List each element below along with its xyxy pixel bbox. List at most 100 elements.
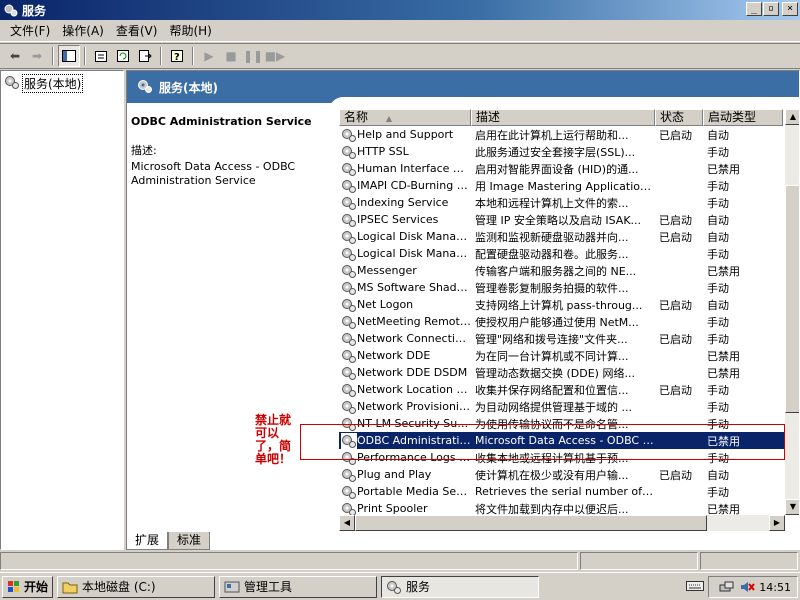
taskbar-item-services[interactable]: 服务 [381,575,540,598]
cell-name: Network Location A... [339,382,471,398]
taskbar-item-admin-tools[interactable]: 管理工具 [219,575,378,598]
service-gear-icon [341,161,357,177]
table-row[interactable]: Network Connections 管理"网络和拨号连接"文件夹... 已启动 手… [339,330,785,347]
menu-action[interactable]: 操作(A) [56,22,110,39]
table-row[interactable]: IPSEC Services 管理 IP 安全策略以及启动 ISAK... 已启动 自… [339,211,785,228]
service-gear-icon [341,246,357,262]
close-button[interactable]: × [782,2,798,16]
table-row[interactable]: Network DDE 为在同一台计算机或不同计算... 已禁用 [339,347,785,364]
table-row[interactable]: Help and Support 启用在此计算机上运行帮助和... 已启动 自动 [339,126,785,143]
table-row[interactable]: Human Interface D... 启用对智能界面设备 (HID)的通...… [339,160,785,177]
export-list-icon[interactable] [134,45,156,67]
table-row[interactable]: HTTP SSL 此服务通过安全套接字层(SSL)... 手动 [339,143,785,160]
pause-service-icon[interactable]: ❚❚ [242,45,264,67]
table-row[interactable]: Net Logon 支持网络上计算机 pass-throug... 已启动 自动 [339,296,785,313]
restore-button[interactable]: ▫ [763,2,779,16]
cell-startup-type: 已禁用 [707,264,740,278]
status-segment [580,552,698,570]
table-row[interactable]: Messenger 传输客户端和服务器之间的 NE... 已禁用 [339,262,785,279]
properties-icon[interactable] [90,45,112,67]
cell-description: 传输客户端和服务器之间的 NE... [475,264,637,278]
horizontal-scrollbar[interactable]: ◀ ▶ [339,515,785,531]
tree-pane: 服务(本地) [0,70,124,550]
cell-name: MS Software Shado... [339,280,471,296]
menu-view[interactable]: 查看(V) [110,22,164,39]
menu-help[interactable]: 帮助(H) [163,22,217,39]
service-gear-icon [341,348,357,364]
forward-arrow-icon[interactable]: ➡ [26,45,48,67]
column-startup-type[interactable]: 启动类型 [703,109,783,126]
cell-startup-type: 自动 [707,128,729,142]
services-list[interactable]: 名称 ▲ 描述 状态 启动类型 Help and Support 启用在此计算机上… [339,109,799,531]
table-row[interactable]: MS Software Shado... 管理卷影复制服务拍摄的软件... 手动 [339,279,785,296]
list-header: 名称 ▲ 描述 状态 启动类型 [339,109,783,126]
windows-logo-icon [7,580,21,594]
volume-muted-icon[interactable] [739,580,756,594]
column-name[interactable]: 名称 ▲ [339,109,471,126]
cell-startup-type: 自动 [707,230,729,244]
vertical-scroll-thumb[interactable] [785,185,799,413]
cell-startup-type: 已禁用 [707,366,740,380]
cell-description: 收集并保存网络配置和位置信... [475,383,629,397]
service-gear-icon [341,280,357,296]
service-description-panel: ODBC Administration Service 描述: Microsof… [131,115,331,188]
cell-description: 为在同一台计算机或不同计算... [475,349,629,363]
menu-file[interactable]: 文件(F) [4,22,56,39]
minimize-button[interactable]: _ [746,2,762,16]
start-button[interactable]: 开始 [2,575,54,598]
scroll-right-button[interactable]: ▶ [769,515,785,531]
column-status[interactable]: 状态 [655,109,703,126]
column-description[interactable]: 描述 [471,109,655,126]
table-row[interactable]: NetMeeting Remote... 使授权用户能够通过使用 NetM... 手… [339,313,785,330]
cell-startup-type: 手动 [707,247,729,261]
cell-description: 使计算机在极少或没有用户输... [475,468,629,482]
cell-status: 已启动 [659,383,692,397]
selected-service-name: ODBC Administration Service [131,115,312,128]
cell-description: 为目动网络提供管理基于域的 ... [475,400,632,414]
tab-extended[interactable]: 扩展 [126,532,169,550]
clock[interactable]: 14:51 [759,581,791,594]
cell-name: Help and Support [339,127,471,143]
cell-description: 启用在此计算机上运行帮助和... [475,128,629,142]
window-title: 服务 [22,3,47,18]
cell-startup-type: 自动 [707,298,729,312]
table-row[interactable]: Network Location A... 收集并保存网络配置和位置信... 已启动… [339,381,785,398]
scroll-down-button[interactable]: ▼ [785,499,799,515]
title-bar[interactable]: 服务 _ ▫ × [0,0,800,20]
table-row[interactable]: Logical Disk Manager 监测和监视新硬盘驱动器并向... 已启动 自… [339,228,785,245]
table-row[interactable]: IMAPI CD-Burning C... 用 Image Mastering A… [339,177,785,194]
restart-service-icon[interactable]: ■▶ [264,45,286,67]
show-tree-icon[interactable] [58,45,80,67]
table-row[interactable]: Plug and Play 使计算机在极少或没有用户输... 已启动 自动 [339,466,785,483]
scroll-left-button[interactable]: ◀ [339,515,355,531]
network-icon[interactable] [719,580,735,594]
tab-standard[interactable]: 标准 [168,532,211,550]
cell-description: 配置硬盘驱动器和卷。此服务... [475,247,629,261]
vertical-scrollbar[interactable]: ▲ ▼ [785,109,799,515]
service-gear-icon [341,229,357,245]
toolbar-separator [84,47,86,65]
help-icon[interactable]: ? [166,45,188,67]
keyboard-icon[interactable] [686,580,704,594]
table-row[interactable]: Network DDE DSDM 管理动态数据交换 (DDE) 网络... 已禁用 [339,364,785,381]
cell-name: Logical Disk Manage... [339,246,471,262]
taskbar-item-local-disk[interactable]: 本地磁盘 (C:) [57,575,216,598]
back-arrow-icon[interactable]: ⬅ [4,45,26,67]
service-gear-icon [341,484,357,500]
pane-header: 服务(本地) [127,71,799,111]
table-row[interactable]: Logical Disk Manage... 配置硬盘驱动器和卷。此服务... 手动 [339,245,785,262]
table-row[interactable]: Portable Media Seri... Retrieves the seri… [339,483,785,500]
table-row[interactable]: Network Provisionin... 为目动网络提供管理基于域的 ... 手… [339,398,785,415]
cell-status: 已启动 [659,332,692,346]
svg-text:?: ? [174,52,180,63]
scroll-up-button[interactable]: ▲ [785,109,799,125]
stop-service-icon[interactable]: ■ [220,45,242,67]
horizontal-scroll-thumb[interactable] [355,515,707,531]
table-row[interactable]: Indexing Service 本地和远程计算机上文件的索... 手动 [339,194,785,211]
status-segment [0,552,578,570]
start-service-icon[interactable]: ▶ [198,45,220,67]
refresh-icon[interactable] [112,45,134,67]
services-gear-icon [137,78,153,97]
tree-item-services-local[interactable]: 服务(本地) [4,74,123,93]
cell-startup-type: 自动 [707,213,729,227]
